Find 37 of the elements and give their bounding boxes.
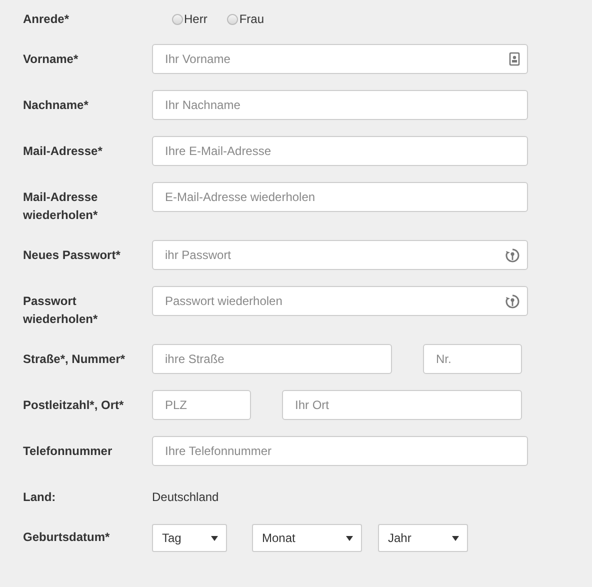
select-dropdown[interactable]: Tag [152,524,227,552]
radio-button[interactable] [172,14,183,24]
select-dropdown[interactable]: Jahr [378,524,468,552]
input-field[interactable]: Ihr Vorname [152,44,528,74]
key-icon[interactable] [505,294,520,309]
field-label: Telefonnummer [23,443,114,460]
input-field[interactable]: E-Mail-Adresse wiederholen [152,182,528,212]
input-field[interactable]: PLZ [152,390,251,420]
key-icon[interactable] [505,248,520,263]
field-label: Straße*, Nummer* [23,351,126,368]
input-field[interactable]: Nr. [423,344,522,374]
input-field[interactable]: Ihr Nachname [152,90,528,120]
contact-card-icon[interactable] [509,52,520,66]
field-label: Postleitzahl*, Ort* [23,397,125,414]
input-field[interactable]: Ihre E-Mail-Adresse [152,136,528,166]
field-label: Nachname* [23,97,90,114]
radio-button[interactable] [227,14,238,24]
radio-label[interactable]: Herr [184,10,208,28]
field-label: Geburtsdatum* [23,529,111,546]
field-value: Deutschland [152,489,219,506]
field-label: Land: [23,489,57,506]
caret-icon [452,536,459,540]
caret-icon [211,536,218,540]
field-label: Anrede* [23,11,70,28]
select-dropdown[interactable]: Monat [252,524,362,552]
field-label: Passwort wiederholen* [23,293,99,328]
input-field[interactable]: ihr Passwort [152,240,528,270]
input-field[interactable]: Ihre Telefonnummer [152,436,528,466]
radio-label[interactable]: Frau [239,10,264,28]
input-field[interactable]: ihre Straße [152,344,392,374]
input-field[interactable]: Ihr Ort [282,390,522,420]
input-field[interactable]: Passwort wiederholen [152,286,528,316]
field-label: Vorname* [23,51,80,68]
field-label: Neues Passwort* [23,247,122,264]
field-label: Mail-Adresse* [23,143,104,160]
field-label: Mail-Adresse wiederholen* [23,189,99,224]
caret-icon [346,536,353,540]
